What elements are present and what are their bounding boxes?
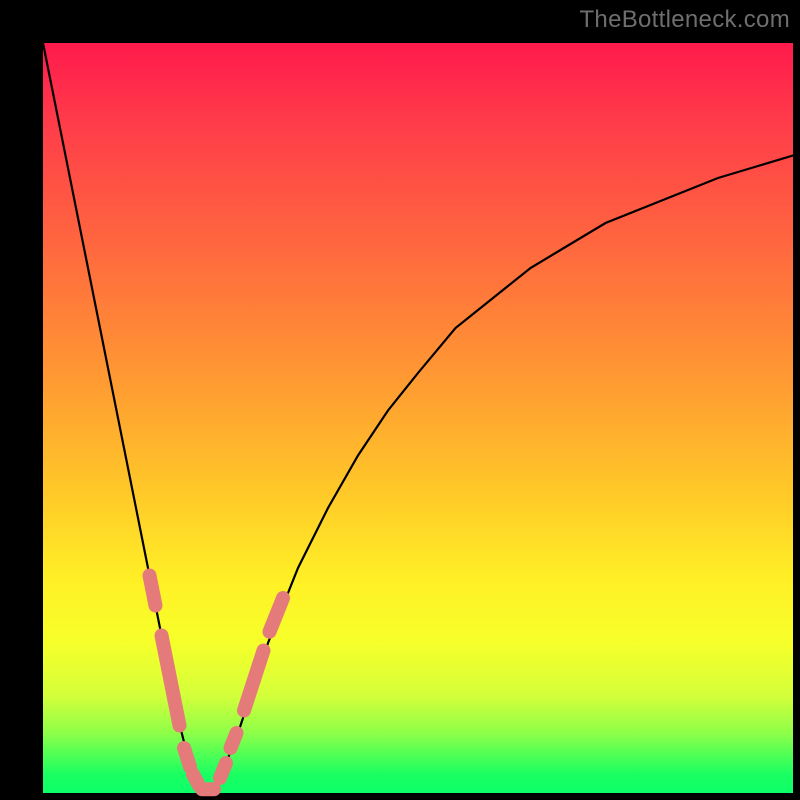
watermark-text: TheBottleneck.com	[579, 6, 790, 34]
plot-area	[43, 43, 793, 793]
marker-segment	[244, 651, 264, 711]
chart-frame: TheBottleneck.com	[0, 0, 800, 800]
marker-segment	[231, 733, 237, 748]
marker-segment	[220, 763, 226, 778]
marker-segment	[184, 748, 190, 767]
marker-segment	[270, 598, 284, 632]
marker-segment	[150, 576, 156, 606]
bottleneck-curve	[43, 43, 793, 793]
marker-group	[150, 576, 284, 790]
curve-svg	[43, 43, 793, 793]
marker-segment	[162, 636, 180, 726]
